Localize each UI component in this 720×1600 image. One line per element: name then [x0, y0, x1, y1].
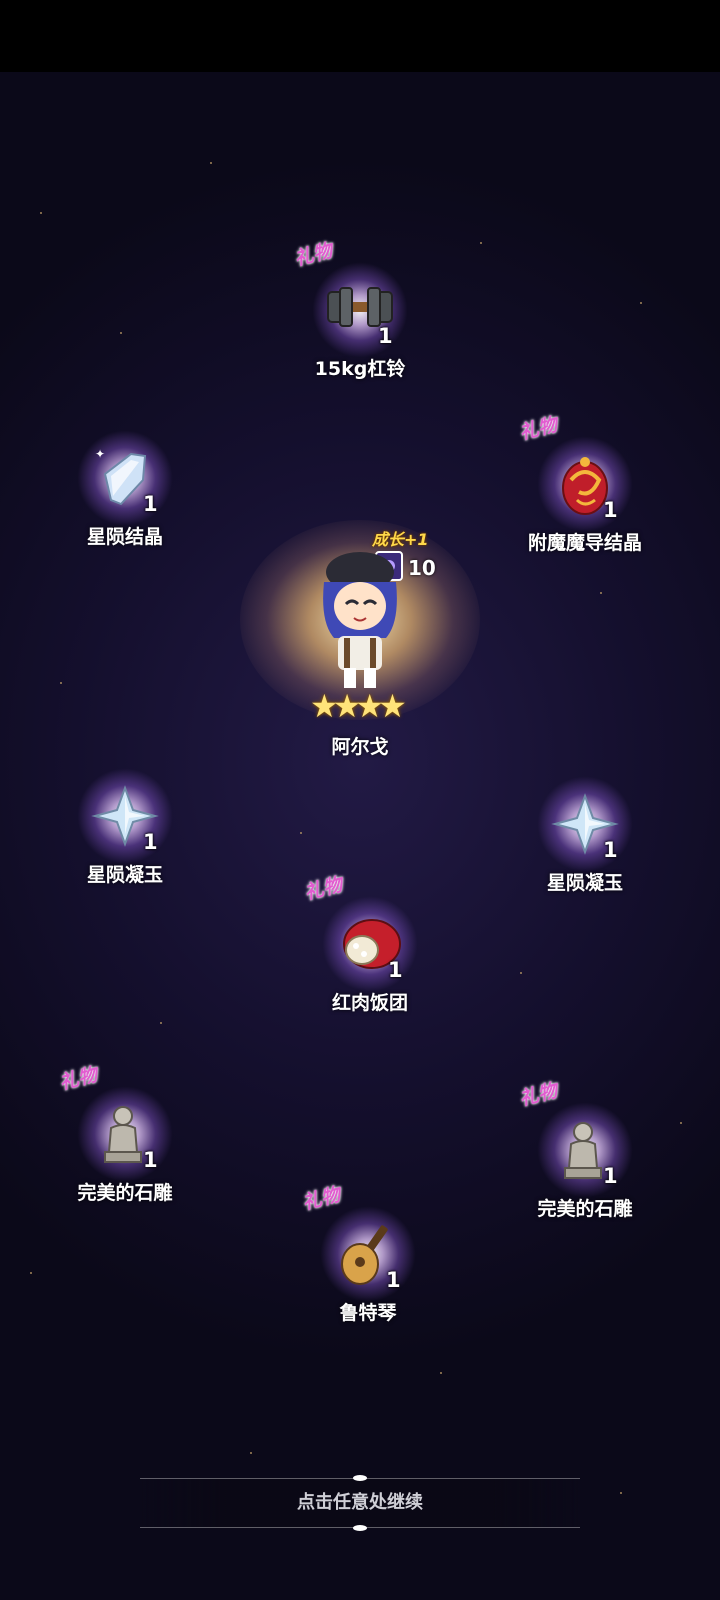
item-name: 星陨结晶: [86, 526, 163, 548]
item-name: 附魔魔导结晶: [527, 532, 642, 554]
hero-star-rating: ★ ★ ★ ★: [310, 688, 420, 724]
item-name: 完美的石雕: [537, 1198, 633, 1220]
continue-label: 点击任意处继续: [297, 1492, 423, 1513]
item-count: 1: [143, 492, 158, 516]
item-count: 1: [386, 1268, 401, 1292]
svg-text:✦: ✦: [95, 447, 105, 461]
status-bar: [0, 0, 720, 72]
star-icon: ★: [378, 687, 407, 725]
item-name: 红肉饭团: [331, 992, 408, 1014]
item-count: 1: [388, 958, 403, 982]
hero-name: 阿尔戈: [331, 736, 389, 758]
hero-character[interactable]: 成长+1 10 ★ ★ ★ ★ 阿尔戈: [240, 520, 480, 760]
item-name: 鲁特琴: [339, 1302, 397, 1324]
item-count: 1: [603, 1164, 618, 1188]
item-count: 1: [378, 324, 393, 348]
item-count: 1: [603, 838, 618, 862]
item-count: 1: [143, 1148, 158, 1172]
item-name: 星陨凝玉: [546, 872, 623, 894]
item-name: 星陨凝玉: [86, 864, 163, 886]
hero-portrait: [323, 552, 397, 688]
item-name: 完美的石雕: [77, 1182, 173, 1204]
item-count: 1: [603, 498, 618, 522]
tap-to-continue[interactable]: 点击任意处继续: [140, 1475, 580, 1531]
item-count: 1: [143, 830, 158, 854]
item-name: 15kg杠铃: [314, 358, 406, 380]
